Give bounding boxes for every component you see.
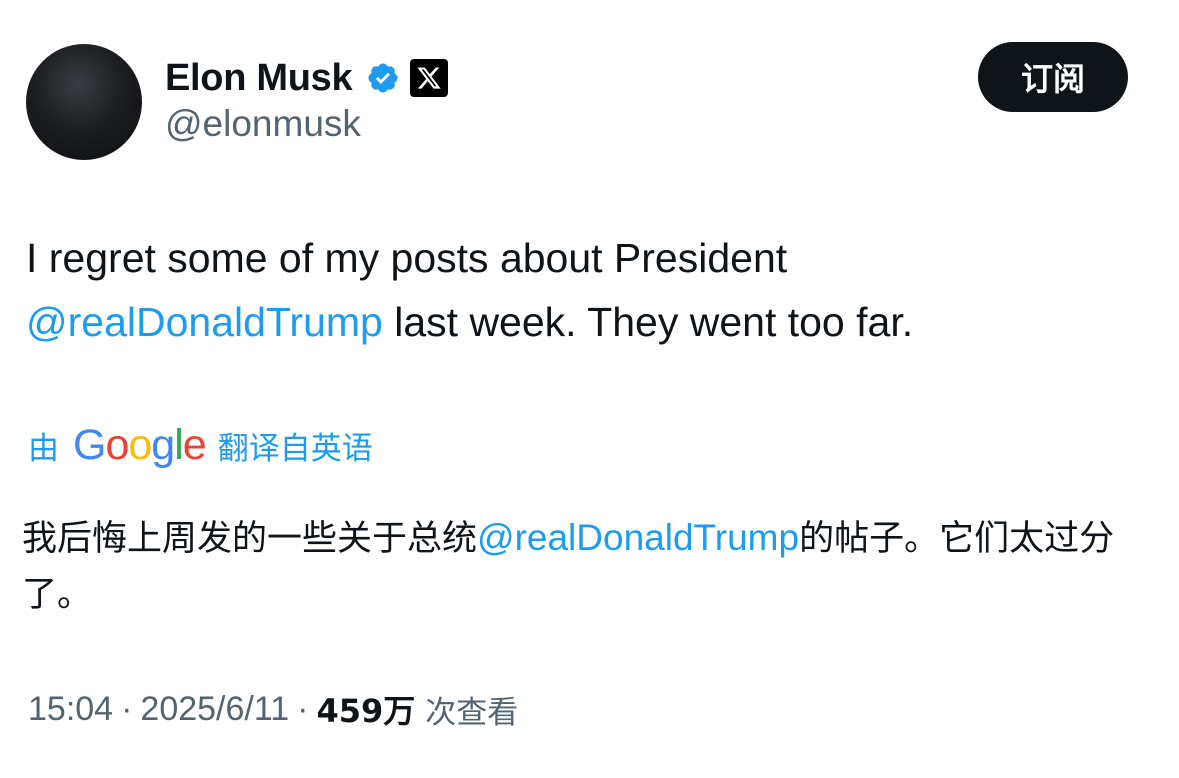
tweet-meta: 15:04 · 2025/6/11 · 459万 次查看 bbox=[28, 686, 518, 732]
author-display-name[interactable]: Elon Musk bbox=[165, 57, 353, 100]
translated-text-part1: 我后悔上周发的一些关于总统 bbox=[22, 519, 478, 559]
tweet-mention-link[interactable]: @realDonaldTrump bbox=[26, 299, 383, 345]
translated-by-label: 由 bbox=[28, 430, 59, 467]
translated-by-google[interactable]: 由 Google 翻译自英语 bbox=[28, 420, 373, 470]
verified-badge-icon bbox=[366, 61, 400, 95]
tweet-text-part1: I regret some of my posts about Presiden… bbox=[26, 235, 788, 281]
meta-separator: · bbox=[297, 689, 309, 728]
tweet-text-part2: last week. They went too far. bbox=[382, 299, 914, 345]
translated-from-label: 翻译自英语 bbox=[217, 430, 373, 467]
tweet-time[interactable]: 15:04 bbox=[28, 690, 113, 729]
translated-text: 我后悔上周发的一些关于总统@realDonaldTrump的帖子。它们太过分了。 bbox=[22, 510, 1142, 623]
views-count[interactable]: 459万 bbox=[316, 686, 415, 732]
subscribe-button[interactable]: 订阅 bbox=[978, 42, 1128, 112]
meta-separator: · bbox=[121, 689, 133, 728]
views-label: 次查看 bbox=[425, 694, 519, 731]
tweet-text: I regret some of my posts about Presiden… bbox=[26, 226, 1146, 354]
x-logo-icon bbox=[410, 59, 449, 97]
avatar[interactable] bbox=[26, 44, 142, 160]
google-logo: Google bbox=[73, 420, 207, 469]
author-name-row: Elon Musk bbox=[165, 52, 449, 104]
translated-mention-link[interactable]: @realDonaldTrump bbox=[477, 517, 799, 558]
author-handle[interactable]: @elonmusk bbox=[165, 103, 361, 145]
tweet-date[interactable]: 2025/6/11 bbox=[140, 690, 289, 729]
